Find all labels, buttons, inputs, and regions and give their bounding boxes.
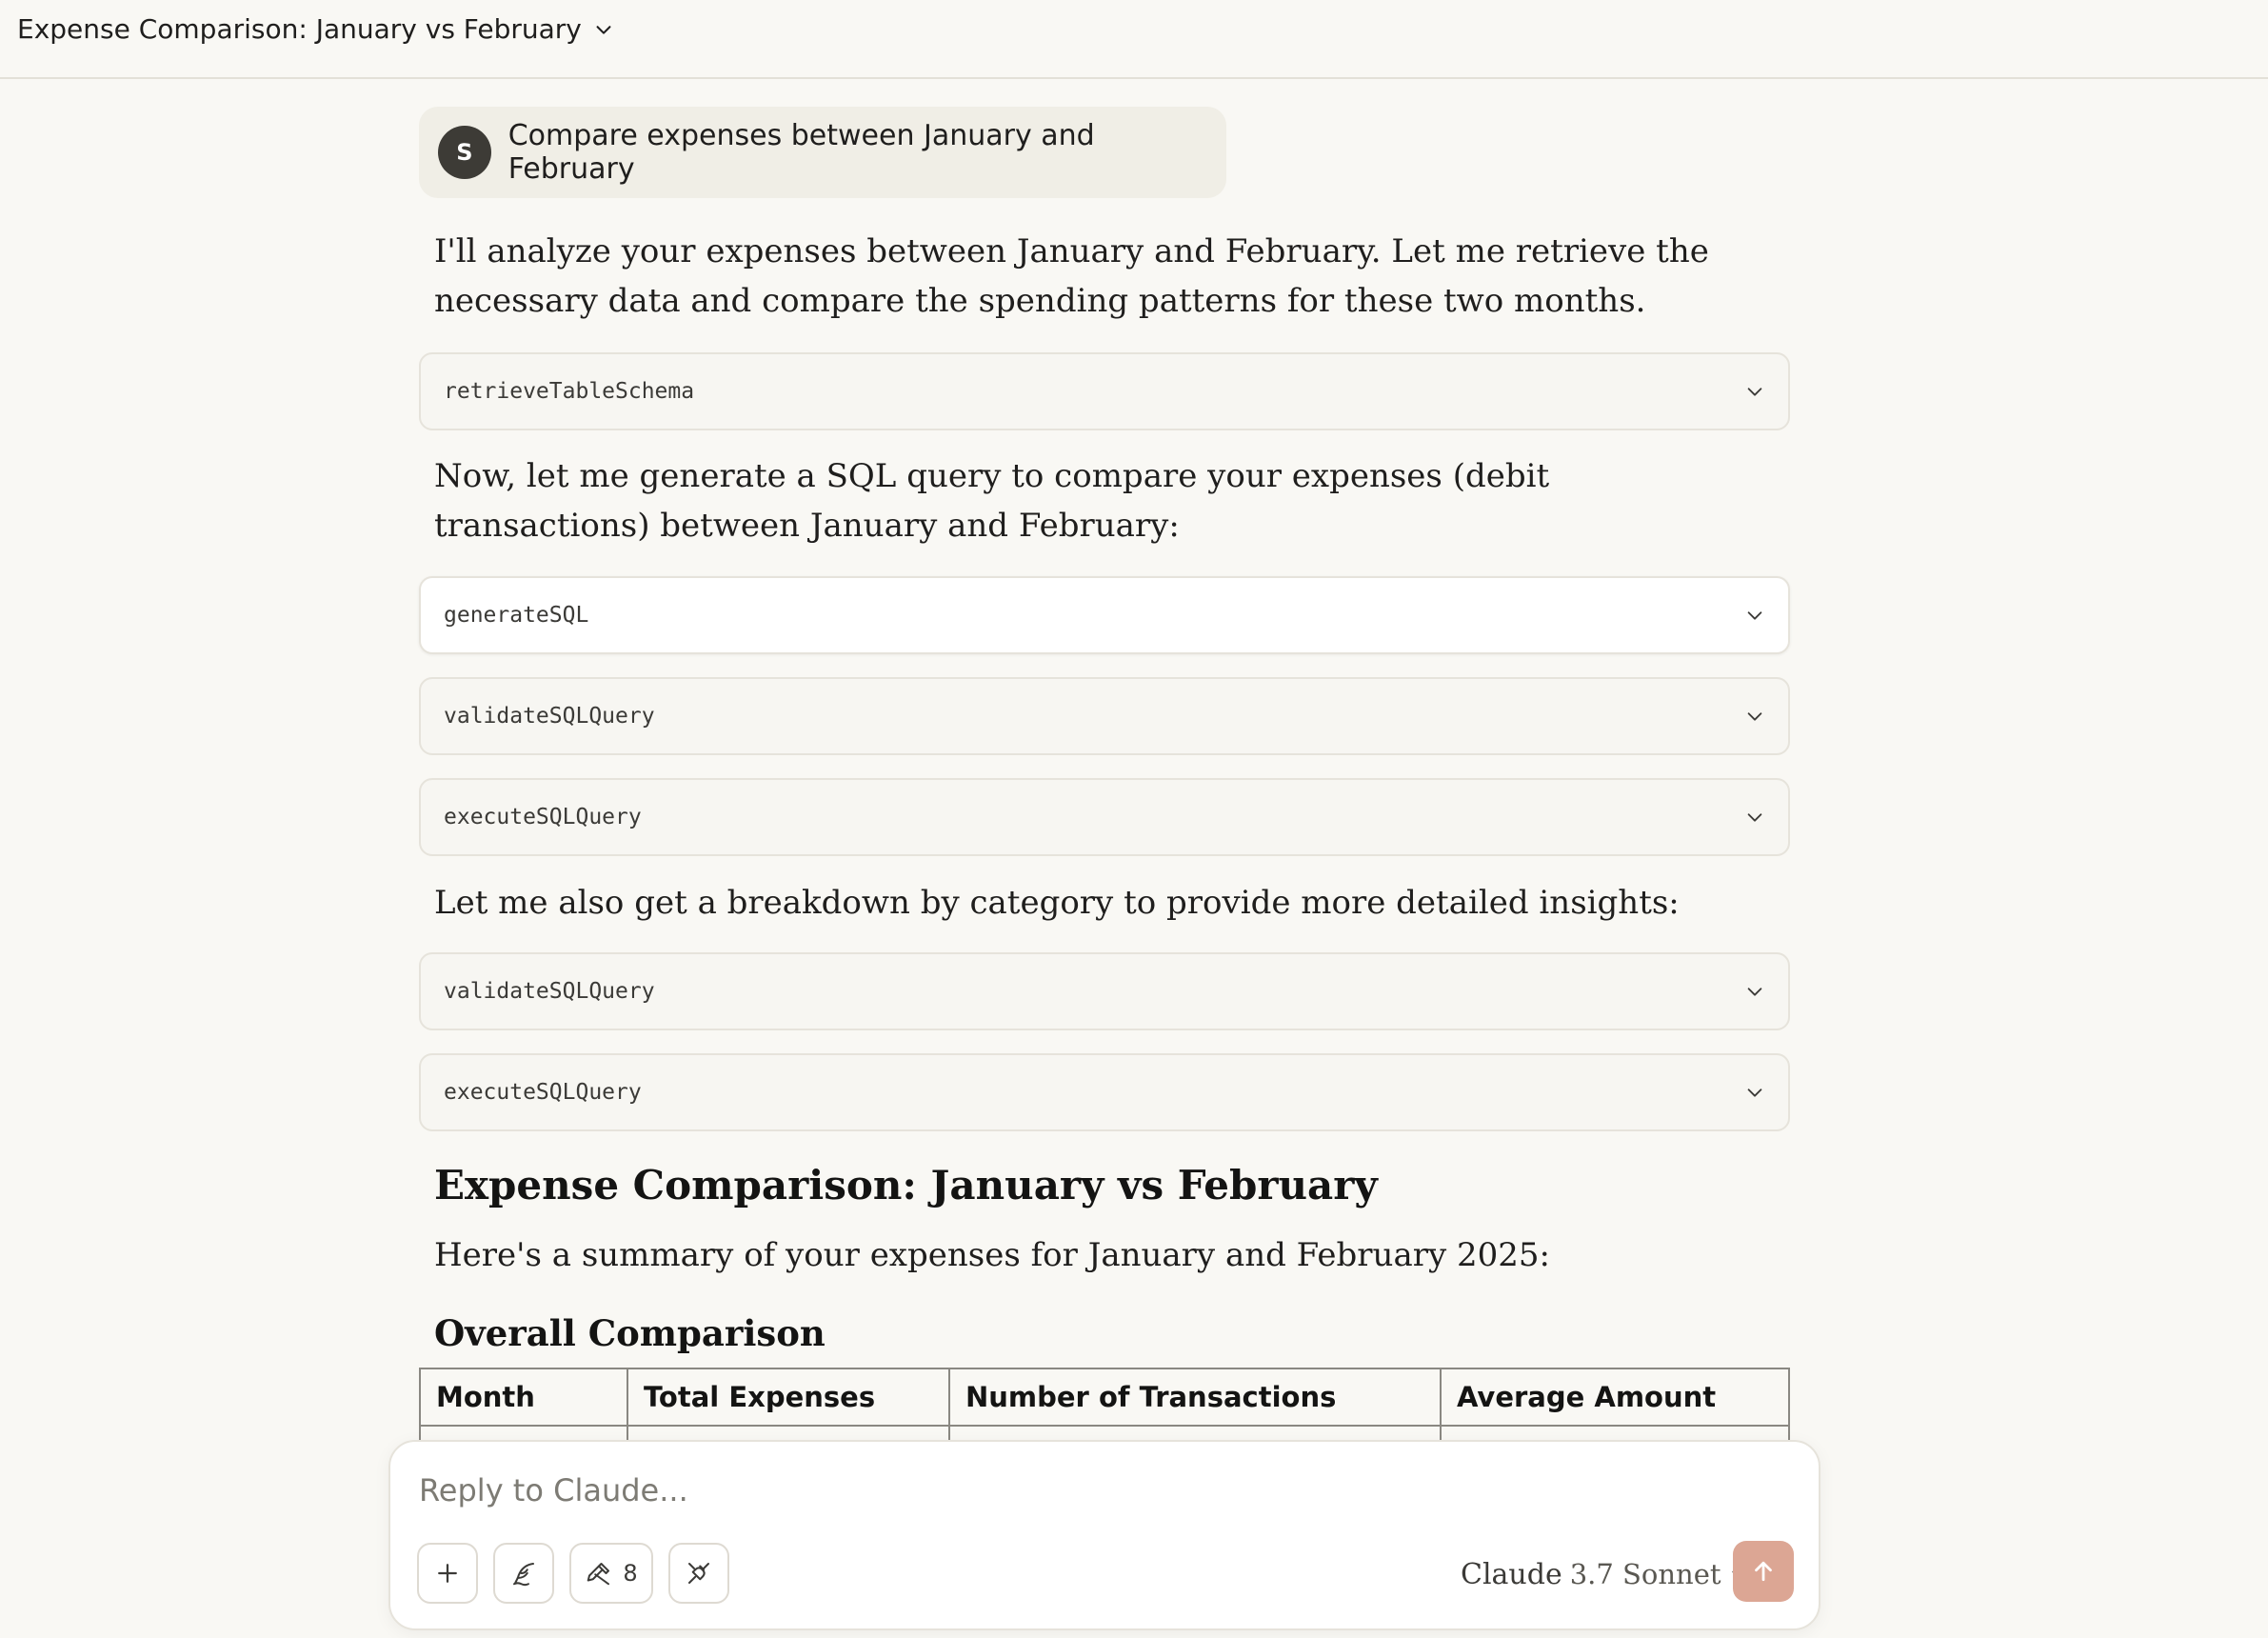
tools-count: 8	[623, 1560, 638, 1587]
response-heading: Expense Comparison: January vs February	[434, 1162, 1378, 1209]
model-version: 3.7 Sonnet	[1569, 1558, 1721, 1590]
quill-icon	[513, 1563, 534, 1587]
table-header-cell: Number of Transactions	[948, 1368, 1442, 1427]
plus-icon	[438, 1564, 457, 1583]
tool-call-validate-sql-query[interactable]: validateSQLQuery	[419, 952, 1790, 1030]
integrations-button[interactable]	[668, 1543, 729, 1604]
table-header-row: Month Total Expenses Number of Transacti…	[419, 1368, 1790, 1427]
assistant-paragraph: Let me also get a breakdown by category …	[434, 884, 1680, 922]
chevron-down-icon	[596, 25, 611, 34]
assistant-paragraph: I'll analyze your expenses between Janua…	[434, 232, 1709, 320]
tool-call-label: generateSQL	[444, 603, 589, 628]
response-subheading: Overall Comparison	[434, 1312, 826, 1354]
chevron-down-icon	[1747, 988, 1762, 996]
tool-call-label: validateSQLQuery	[444, 704, 655, 729]
tool-call-label: validateSQLQuery	[444, 979, 655, 1004]
chevron-down-icon	[1747, 1089, 1762, 1097]
user-message-text: Compare expenses between January and Feb…	[507, 119, 1095, 186]
table-header-cell: Average Amount	[1440, 1368, 1790, 1427]
chevron-down-icon	[1747, 813, 1762, 822]
tool-call-validate-sql-query[interactable]: validateSQLQuery	[419, 677, 1790, 755]
comparison-table: Month Total Expenses Number of Transacti…	[419, 1368, 1790, 1442]
model-name: Claude	[1461, 1557, 1562, 1591]
arrow-up-icon	[1755, 1561, 1772, 1582]
tool-call-label: executeSQLQuery	[444, 805, 642, 829]
chevron-down-icon	[1747, 611, 1762, 620]
chevron-down-icon	[1747, 712, 1762, 721]
tool-call-execute-sql-query[interactable]: executeSQLQuery	[419, 1053, 1790, 1131]
table-header-cell: Total Expenses	[627, 1368, 950, 1427]
response-summary: Here's a summary of your expenses for Ja…	[434, 1236, 1550, 1274]
reply-input[interactable]: Reply to Claude...	[419, 1472, 688, 1508]
style-button[interactable]	[493, 1543, 554, 1604]
user-message: S Compare expenses between January and F…	[419, 107, 1226, 198]
conversation-area[interactable]: S Compare expenses between January and F…	[0, 80, 2268, 1442]
tools-button[interactable]: 8	[569, 1543, 653, 1604]
plug-icon	[688, 1563, 709, 1584]
add-button[interactable]	[417, 1543, 478, 1604]
model-selector[interactable]: Claude 3.7 Sonnet	[1461, 1552, 1748, 1596]
tool-call-generate-sql[interactable]: generateSQL	[419, 576, 1790, 654]
tool-call-label: executeSQLQuery	[444, 1080, 642, 1105]
avatar: S	[438, 126, 491, 179]
tool-call-execute-sql-query[interactable]: executeSQLQuery	[419, 778, 1790, 856]
conversation-title: Expense Comparison: January vs February	[17, 13, 582, 45]
assistant-paragraph: Now, let me generate a SQL query to comp…	[434, 457, 1550, 545]
hammer-icon	[587, 1563, 610, 1586]
conversation-title-button[interactable]: Expense Comparison: January vs February	[17, 13, 614, 45]
chevron-down-icon	[1747, 388, 1762, 396]
send-button[interactable]	[1733, 1541, 1794, 1602]
reply-composer: Reply to Claude... 8 Claude 3.7 Sonnet	[388, 1440, 1820, 1630]
tool-call-label: retrieveTableSchema	[444, 379, 695, 404]
table-header-cell: Month	[419, 1368, 628, 1427]
tool-call-retrieve-table-schema[interactable]: retrieveTableSchema	[419, 352, 1790, 430]
top-bar: Expense Comparison: January vs February	[0, 0, 2268, 79]
